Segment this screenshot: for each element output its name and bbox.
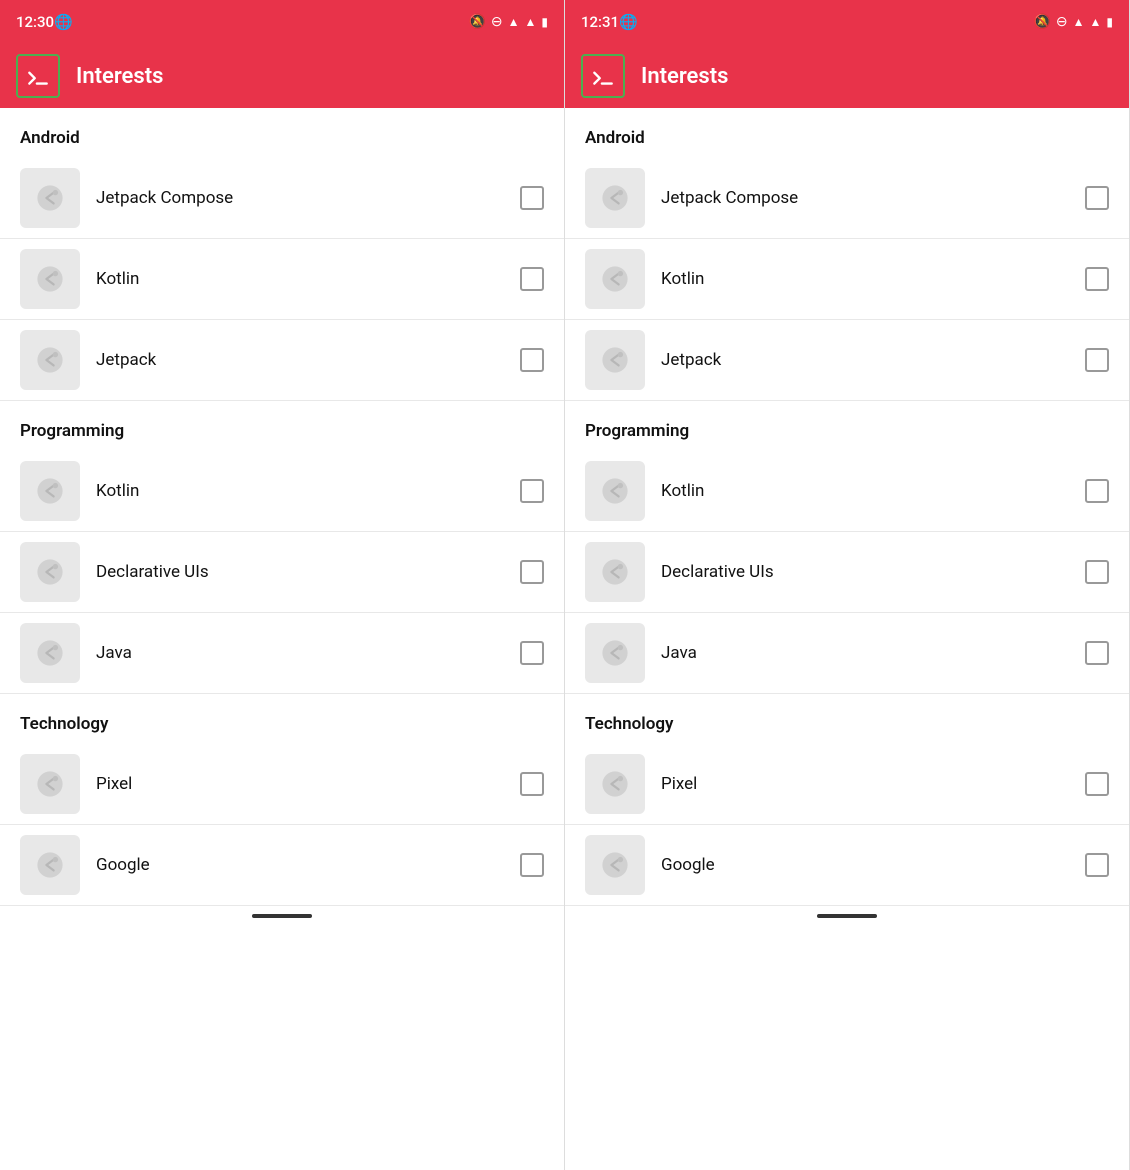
interest-label: Jetpack Compose	[96, 188, 504, 208]
interest-thumbnail	[585, 249, 645, 309]
app-icon-box[interactable]	[581, 54, 625, 98]
list-item[interactable]: Google	[565, 825, 1129, 906]
bell-slash-icon: 🔕	[468, 14, 485, 30]
minus-circle-icon: ⊖	[491, 14, 503, 30]
section-header-1: Programming	[0, 401, 564, 451]
interest-label: Google	[661, 855, 1069, 875]
list-item[interactable]: Java	[0, 613, 564, 694]
section-header-2: Technology	[0, 694, 564, 744]
battery-icon: ▮	[541, 15, 548, 29]
list-item[interactable]: Jetpack Compose	[565, 158, 1129, 239]
list-item[interactable]: Declarative UIs	[565, 532, 1129, 613]
interest-label: Java	[96, 643, 504, 663]
bell-slash-icon: 🔕	[1033, 14, 1050, 30]
interest-label: Kotlin	[661, 481, 1069, 501]
list-item[interactable]: Java	[565, 613, 1129, 694]
world-icon: 🌐	[619, 13, 638, 31]
list-item[interactable]: Kotlin	[565, 239, 1129, 320]
interest-thumbnail	[20, 330, 80, 390]
interest-checkbox[interactable]	[520, 560, 544, 584]
section-header-1: Programming	[565, 401, 1129, 451]
content-area: Android Jetpack Compose Kotlin	[565, 108, 1129, 1170]
app-icon-box[interactable]	[16, 54, 60, 98]
section-header-2: Technology	[565, 694, 1129, 744]
interest-checkbox[interactable]	[520, 641, 544, 665]
interest-label: Pixel	[661, 774, 1069, 794]
app-bar: Interests	[565, 44, 1129, 108]
app-title: Interests	[76, 64, 163, 89]
interest-checkbox[interactable]	[1085, 772, 1109, 796]
list-item[interactable]: Google	[0, 825, 564, 906]
minus-circle-icon: ⊖	[1056, 14, 1068, 30]
interest-thumbnail	[585, 330, 645, 390]
interest-label: Kotlin	[96, 269, 504, 289]
interest-label: Kotlin	[661, 269, 1069, 289]
app-bar: Interests	[0, 44, 564, 108]
world-icon: 🌐	[54, 13, 73, 31]
interest-thumbnail	[20, 249, 80, 309]
list-item[interactable]: Declarative UIs	[0, 532, 564, 613]
interest-thumbnail	[20, 835, 80, 895]
app-title: Interests	[641, 64, 728, 89]
phone-panel-right: 12:31 🌐 🔕 ⊖ ▲ ▲ ▮ Interests Android Jetp…	[565, 0, 1130, 1170]
interest-checkbox[interactable]	[1085, 560, 1109, 584]
interest-label: Pixel	[96, 774, 504, 794]
interest-checkbox[interactable]	[1085, 479, 1109, 503]
interest-label: Jetpack Compose	[661, 188, 1069, 208]
scroll-indicator	[817, 914, 877, 918]
interest-checkbox[interactable]	[1085, 186, 1109, 210]
wifi-icon: ▲	[1073, 15, 1085, 29]
interest-label: Google	[96, 855, 504, 875]
interest-checkbox[interactable]	[520, 186, 544, 210]
interest-checkbox[interactable]	[1085, 853, 1109, 877]
status-time: 12:31	[581, 13, 619, 31]
interest-checkbox[interactable]	[520, 479, 544, 503]
section-header-0: Android	[0, 108, 564, 158]
interest-checkbox[interactable]	[520, 853, 544, 877]
interest-checkbox[interactable]	[520, 267, 544, 291]
content-area: Android Jetpack Compose Kotlin	[0, 108, 564, 1170]
signal-icon: ▲	[1090, 15, 1102, 29]
interest-checkbox[interactable]	[1085, 641, 1109, 665]
status-time: 12:30	[16, 13, 54, 31]
phone-panel-left: 12:30 🌐 🔕 ⊖ ▲ ▲ ▮ Interests Android Jetp…	[0, 0, 565, 1170]
list-item[interactable]: Pixel	[565, 744, 1129, 825]
interest-thumbnail	[20, 461, 80, 521]
list-item[interactable]: Kotlin	[565, 451, 1129, 532]
list-item[interactable]: Jetpack	[565, 320, 1129, 401]
list-item[interactable]: Jetpack Compose	[0, 158, 564, 239]
status-bar: 12:30 🌐 🔕 ⊖ ▲ ▲ ▮	[0, 0, 564, 44]
interest-thumbnail	[585, 168, 645, 228]
list-item[interactable]: Kotlin	[0, 239, 564, 320]
interest-thumbnail	[20, 623, 80, 683]
interest-label: Jetpack	[661, 350, 1069, 370]
interest-checkbox[interactable]	[1085, 348, 1109, 372]
interest-thumbnail	[585, 542, 645, 602]
status-bar: 12:31 🌐 🔕 ⊖ ▲ ▲ ▮	[565, 0, 1129, 44]
interest-thumbnail	[20, 542, 80, 602]
list-item[interactable]: Pixel	[0, 744, 564, 825]
interest-checkbox[interactable]	[520, 772, 544, 796]
interest-checkbox[interactable]	[1085, 267, 1109, 291]
interest-label: Declarative UIs	[96, 562, 504, 582]
interest-thumbnail	[585, 623, 645, 683]
list-item[interactable]: Kotlin	[0, 451, 564, 532]
interest-thumbnail	[20, 754, 80, 814]
interest-label: Declarative UIs	[661, 562, 1069, 582]
interest-thumbnail	[585, 754, 645, 814]
interest-thumbnail	[20, 168, 80, 228]
interest-label: Kotlin	[96, 481, 504, 501]
interest-thumbnail	[585, 461, 645, 521]
interest-label: Jetpack	[96, 350, 504, 370]
battery-icon: ▮	[1106, 15, 1113, 29]
wifi-icon: ▲	[508, 15, 520, 29]
interest-checkbox[interactable]	[520, 348, 544, 372]
signal-icon: ▲	[525, 15, 537, 29]
interest-label: Java	[661, 643, 1069, 663]
section-header-0: Android	[565, 108, 1129, 158]
scroll-indicator	[252, 914, 312, 918]
list-item[interactable]: Jetpack	[0, 320, 564, 401]
interest-thumbnail	[585, 835, 645, 895]
